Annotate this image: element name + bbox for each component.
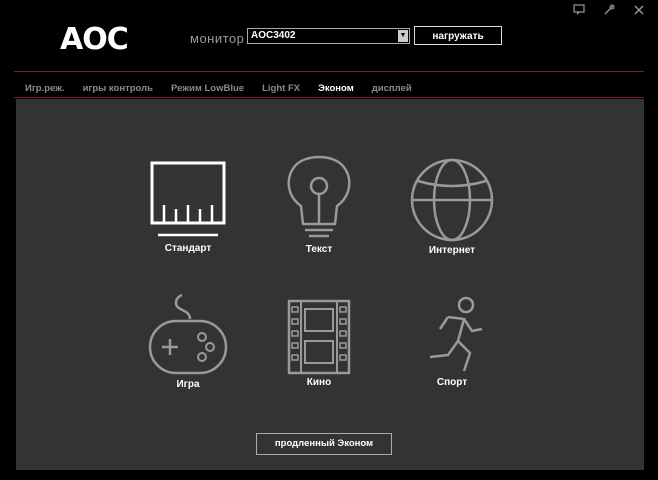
tab-divider xyxy=(14,97,644,98)
mode-standard[interactable]: Стандарт xyxy=(128,159,248,254)
monitor-icon xyxy=(150,161,226,237)
mode-game[interactable]: Игра xyxy=(128,293,248,390)
mode-text[interactable]: Текст xyxy=(259,154,379,255)
extended-eco-button[interactable]: продленный Эконом xyxy=(256,433,392,455)
eco-panel: Стандарт Текст Интернет Игра Кино Спорт … xyxy=(16,99,644,470)
header-divider xyxy=(14,71,644,72)
monitor-select-value: AOC3402 xyxy=(251,30,296,41)
tab-light-fx[interactable]: Light FX xyxy=(262,83,300,94)
runner-icon xyxy=(429,296,483,372)
window-controls xyxy=(572,4,646,18)
tab-game-mode[interactable]: Игр.реж. xyxy=(25,83,65,94)
monitor-select[interactable]: AOC3402 ▼ xyxy=(247,28,410,44)
globe-icon xyxy=(410,158,494,242)
minimize-icon[interactable] xyxy=(572,4,586,18)
tab-bar: Игр.реж. игры контроль Режим LowBlue Lig… xyxy=(25,83,430,94)
settings-icon[interactable] xyxy=(602,4,616,18)
load-button[interactable]: нагружать xyxy=(414,26,502,45)
mode-cinema-label: Кино xyxy=(306,377,332,388)
mode-sport[interactable]: Спорт xyxy=(392,295,512,388)
mode-internet-label: Интернет xyxy=(428,245,476,256)
tab-display[interactable]: дисплей xyxy=(372,83,412,94)
mode-cinema[interactable]: Кино xyxy=(259,299,379,388)
tab-lowblue[interactable]: Режим LowBlue xyxy=(171,83,244,94)
mode-game-label: Игра xyxy=(176,379,200,390)
aoc-logo: AOC xyxy=(60,22,129,57)
mode-standard-label: Стандарт xyxy=(164,243,212,254)
tab-game-control[interactable]: игры контроль xyxy=(83,83,153,94)
mode-internet[interactable]: Интернет xyxy=(392,157,512,256)
tab-eco[interactable]: Эконом xyxy=(318,83,354,94)
close-icon[interactable] xyxy=(632,4,646,18)
chevron-down-icon[interactable]: ▼ xyxy=(398,30,408,42)
lightbulb-icon xyxy=(287,155,351,238)
mode-text-label: Текст xyxy=(305,244,333,255)
film-icon xyxy=(287,299,351,375)
monitor-label: монитор xyxy=(190,31,245,46)
mode-sport-label: Спорт xyxy=(436,377,468,388)
gamepad-icon xyxy=(148,293,228,375)
